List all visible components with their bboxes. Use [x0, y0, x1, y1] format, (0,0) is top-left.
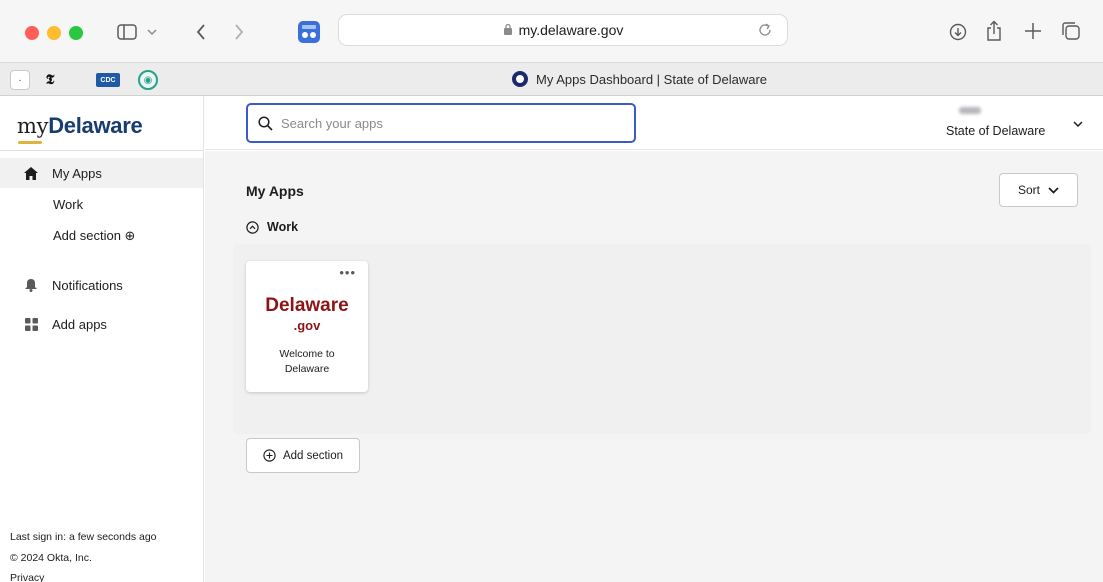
minimize-window-button[interactable]	[47, 26, 61, 40]
sidebar-item-label: Notifications	[52, 277, 123, 293]
copyright: © 2024 Okta, Inc.	[10, 552, 92, 564]
nyt-favorite-icon[interactable]: 𝕿	[40, 70, 60, 90]
section-name: Work	[267, 220, 299, 234]
page-title: My Apps	[246, 183, 304, 199]
main-content: My Apps Sort Work ••• Delaware .gov Welc…	[205, 151, 1103, 582]
sidebar-item-label: Add apps	[52, 316, 107, 332]
reload-icon[interactable]	[757, 21, 773, 42]
sort-label: Sort	[1017, 183, 1040, 197]
user-menu[interactable]: State of Delaware	[943, 106, 1083, 140]
org-name: State of Delaware	[946, 124, 1046, 138]
sidebar: myDelaware My Apps Work Add section ⊕ No…	[0, 96, 204, 582]
collapse-icon[interactable]	[246, 220, 259, 234]
search-box[interactable]	[246, 103, 636, 143]
maximize-window-button[interactable]	[69, 26, 83, 40]
logo-accent	[18, 141, 42, 144]
chevron-down-icon	[1073, 115, 1083, 133]
active-tab[interactable]: My Apps Dashboard | State of Delaware	[512, 71, 767, 87]
add-circle-icon	[263, 449, 276, 462]
new-tab-icon[interactable]	[1022, 20, 1044, 42]
sidebar-add-section[interactable]: Add section ⊕	[53, 228, 135, 244]
forward-icon[interactable]	[231, 22, 247, 42]
back-icon[interactable]	[193, 22, 209, 42]
divider	[0, 150, 204, 151]
app-logo-line1: Delaware	[265, 295, 349, 316]
search-input[interactable]	[281, 115, 611, 131]
grid-icon	[24, 317, 38, 331]
search-icon	[258, 115, 273, 131]
section-header-work[interactable]: Work	[246, 220, 298, 234]
cdc-favorite-icon[interactable]: CDC	[96, 73, 120, 87]
chevron-down-icon[interactable]	[145, 25, 159, 39]
app-header: State of Delaware	[205, 96, 1103, 150]
privacy-link[interactable]: Privacy	[10, 572, 44, 582]
tab-bar: · 𝕿 CDC ◉ My Apps Dashboard | State of D…	[0, 62, 1103, 96]
app-logo-line2: .gov	[293, 318, 321, 333]
sidebar-item-my-apps[interactable]: My Apps	[0, 158, 203, 188]
sidebar-item-work[interactable]: Work	[53, 196, 83, 212]
chevron-down-icon	[1048, 186, 1059, 194]
add-section-label: Add section	[282, 449, 344, 462]
more-options-icon[interactable]: •••	[339, 265, 356, 280]
user-name-redacted	[959, 107, 981, 114]
dot-favorite-icon[interactable]: ·	[10, 70, 30, 90]
sort-button[interactable]: Sort	[999, 173, 1078, 207]
share-icon[interactable]	[984, 18, 1004, 44]
home-icon	[24, 166, 38, 180]
close-window-button[interactable]	[25, 26, 39, 40]
tab-group-icon[interactable]	[297, 20, 321, 44]
app-tile-label: Welcome to Delaware	[279, 348, 335, 375]
who-favorite-icon[interactable]: ◉	[138, 70, 158, 90]
app-tile-welcome-to-delaware[interactable]: ••• Delaware .gov Welcome to Delaware	[246, 261, 368, 392]
tab-title: My Apps Dashboard | State of Delaware	[536, 71, 767, 87]
sidebar-toggle-icon[interactable]	[116, 22, 138, 42]
bell-icon	[24, 278, 38, 292]
add-section-button[interactable]: Add section	[246, 438, 360, 473]
tab-overview-icon[interactable]	[1060, 20, 1082, 42]
download-icon[interactable]	[948, 22, 968, 42]
sidebar-item-label: My Apps	[52, 165, 102, 181]
mydelaware-logo[interactable]: myDelaware	[17, 113, 143, 139]
browser-toolbar: my.delaware.gov	[0, 0, 1103, 62]
last-sign-in: Last sign in: a few seconds ago	[10, 531, 157, 543]
okta-icon	[512, 71, 528, 87]
address-bar[interactable]: my.delaware.gov	[338, 14, 788, 46]
sidebar-item-notifications[interactable]: Notifications	[0, 275, 203, 295]
sidebar-item-add-apps[interactable]: Add apps	[0, 314, 203, 334]
url-text: my.delaware.gov	[518, 22, 624, 38]
lock-icon	[503, 22, 513, 38]
